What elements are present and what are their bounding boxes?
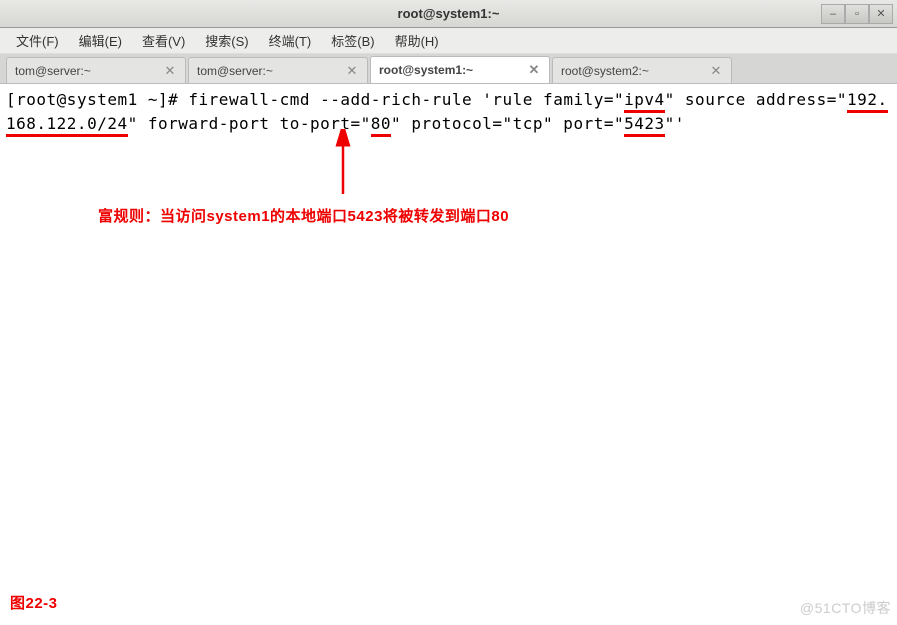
menu-tabs[interactable]: 标签(B) bbox=[323, 28, 382, 53]
close-icon[interactable]: ✕ bbox=[527, 63, 541, 77]
menubar: 文件(F) 编辑(E) 查看(V) 搜索(S) 终端(T) 标签(B) 帮助(H… bbox=[0, 28, 897, 54]
close-icon[interactable]: ✕ bbox=[163, 64, 177, 78]
annotation-text: 富规则：当访问system1的本地端口5423将被转发到端口80 bbox=[98, 206, 509, 229]
tab-label: tom@server:~ bbox=[15, 64, 91, 78]
arrow-icon bbox=[328, 129, 358, 199]
tab-root-system2[interactable]: root@system2:~ ✕ bbox=[552, 57, 732, 83]
prompt-bracket: [ bbox=[6, 90, 16, 109]
menu-search[interactable]: 搜索(S) bbox=[197, 28, 256, 53]
cmd-source: " source address=" bbox=[665, 90, 847, 109]
cmd-end: "' bbox=[665, 114, 685, 133]
cmd-firewall: firewall-cmd --add-rich-rule 'rule famil… bbox=[188, 90, 624, 109]
window-title: root@system1:~ bbox=[398, 6, 500, 21]
menu-file[interactable]: 文件(F) bbox=[8, 28, 67, 53]
watermark: @51CTO博客 bbox=[800, 598, 891, 619]
close-icon[interactable]: ✕ bbox=[345, 64, 359, 78]
close-icon[interactable]: ✕ bbox=[709, 64, 723, 78]
maximize-button[interactable]: ▫ bbox=[845, 4, 869, 24]
cmd-protocol: " protocol="tcp" port=" bbox=[391, 114, 624, 133]
value-port: 5423 bbox=[624, 114, 665, 137]
tab-root-system1[interactable]: root@system1:~ ✕ bbox=[370, 56, 550, 83]
tab-tom-server-2[interactable]: tom@server:~ ✕ bbox=[188, 57, 368, 83]
tab-tom-server-1[interactable]: tom@server:~ ✕ bbox=[6, 57, 186, 83]
titlebar: root@system1:~ – ▫ ✕ bbox=[0, 0, 897, 28]
prompt-path: ~]# bbox=[138, 90, 189, 109]
menu-help[interactable]: 帮助(H) bbox=[387, 28, 447, 53]
tab-label: tom@server:~ bbox=[197, 64, 273, 78]
tabbar: tom@server:~ ✕ tom@server:~ ✕ root@syste… bbox=[0, 54, 897, 84]
menu-edit[interactable]: 编辑(E) bbox=[71, 28, 130, 53]
prompt-user: root@system1 bbox=[16, 90, 138, 109]
terminal-body[interactable]: [root@system1 ~]# firewall-cmd --add-ric… bbox=[0, 84, 897, 625]
minimize-button[interactable]: – bbox=[821, 4, 845, 24]
tab-label: root@system1:~ bbox=[379, 63, 473, 77]
value-ipv4: ipv4 bbox=[624, 90, 665, 113]
close-button[interactable]: ✕ bbox=[869, 4, 893, 24]
figure-label: 图22-3 bbox=[10, 593, 58, 616]
window-controls: – ▫ ✕ bbox=[821, 4, 893, 24]
menu-view[interactable]: 查看(V) bbox=[134, 28, 193, 53]
terminal-line-1: [root@system1 ~]# firewall-cmd --add-ric… bbox=[6, 88, 891, 136]
value-toport: 80 bbox=[371, 114, 391, 137]
menu-terminal[interactable]: 终端(T) bbox=[261, 28, 320, 53]
tab-label: root@system2:~ bbox=[561, 64, 649, 78]
